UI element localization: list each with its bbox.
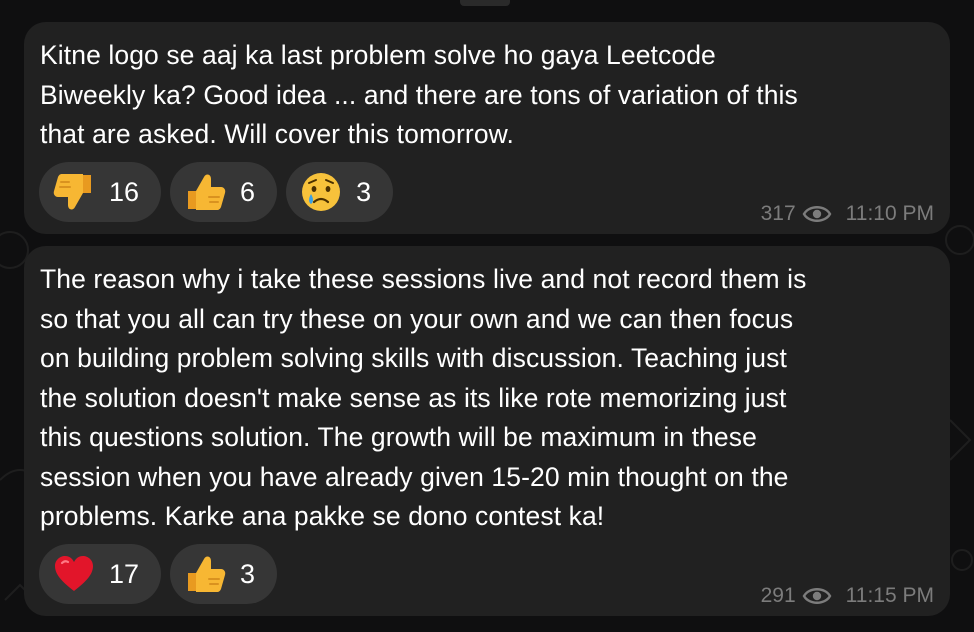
- chat-history[interactable]: Kitne logo se aaj ka last problem solve …: [0, 0, 974, 632]
- reaction-count: 17: [109, 558, 140, 589]
- reactions-bar: 16 6 3: [39, 162, 394, 222]
- reaction-thumbs-down[interactable]: 16: [39, 162, 162, 222]
- thumbs-up-icon: [188, 556, 226, 592]
- reaction-count: 3: [240, 558, 256, 589]
- red-heart-icon: [55, 556, 93, 591]
- reaction-thumbs-up[interactable]: 3: [170, 544, 278, 604]
- message-meta: 317 11:10 PM: [761, 202, 934, 226]
- crying-face-icon: [302, 173, 341, 211]
- eye-icon: [802, 588, 832, 604]
- message-time: 11:10 PM: [845, 202, 934, 225]
- reaction-thumbs-up[interactable]: 6: [170, 162, 278, 222]
- message-bubble[interactable]: The reason why i take these sessions liv…: [24, 246, 950, 616]
- reaction-crying-face[interactable]: 3: [286, 162, 394, 222]
- view-count: 291: [760, 584, 796, 607]
- reactions-bar: 17 3: [39, 544, 278, 604]
- reaction-count: 16: [109, 176, 140, 207]
- message-time: 11:15 PM: [845, 584, 934, 607]
- thumbs-up-icon: [188, 174, 226, 210]
- reaction-count: 3: [356, 176, 372, 207]
- eye-icon: [802, 206, 832, 222]
- reaction-count: 6: [240, 176, 256, 207]
- message-bubble[interactable]: Kitne logo se aaj ka last problem solve …: [24, 22, 950, 234]
- message-text: The reason why i take these sessions liv…: [40, 264, 807, 531]
- reaction-red-heart[interactable]: 17: [39, 544, 162, 604]
- thumbs-down-icon: [53, 174, 91, 210]
- message-text: Kitne logo se aaj ka last problem solve …: [40, 40, 798, 149]
- message-meta: 291 11:15 PM: [761, 584, 934, 608]
- view-count: 317: [760, 202, 796, 225]
